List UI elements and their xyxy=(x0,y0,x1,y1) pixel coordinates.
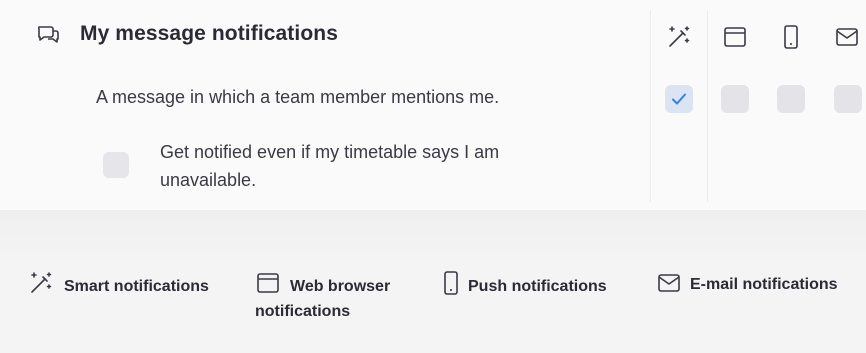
phone-icon xyxy=(438,270,464,296)
legend-smart-label: Smart notifications xyxy=(64,278,209,295)
column-divider xyxy=(707,10,708,202)
legend-push: Push notifications xyxy=(438,270,607,299)
phone-icon xyxy=(778,24,804,50)
section-header: My message notifications xyxy=(36,22,338,46)
checkmark-icon xyxy=(669,89,689,114)
email-notifications-checkbox[interactable] xyxy=(834,85,862,113)
notification-description: A message in which a team member mention… xyxy=(96,87,500,107)
browser-window-icon xyxy=(255,270,281,296)
legend-email: E-mail notifications xyxy=(656,270,838,297)
section-title: My message notifications xyxy=(80,22,338,45)
smart-notifications-checkbox[interactable] xyxy=(665,85,693,113)
push-notifications-checkbox[interactable] xyxy=(777,85,805,113)
column-divider xyxy=(650,10,651,202)
browser-window-icon xyxy=(722,24,748,50)
legend-smart: Smart notifications xyxy=(28,270,209,299)
magic-wand-icon xyxy=(666,24,692,50)
chat-bubbles-icon xyxy=(36,22,60,46)
override-availability-label: Get notified even if my timetable says I… xyxy=(160,142,500,190)
legend-web-browser: Web browser notifications xyxy=(255,270,415,324)
envelope-icon xyxy=(834,24,860,50)
legend-push-label: Push notifications xyxy=(468,278,607,295)
web-browser-notifications-checkbox[interactable] xyxy=(721,85,749,113)
envelope-icon xyxy=(656,270,682,296)
legend-email-label: E-mail notifications xyxy=(690,276,838,293)
override-availability-checkbox[interactable] xyxy=(103,152,129,178)
notification-settings-panel: My message notifications A message in wh… xyxy=(0,0,866,210)
magic-wand-icon xyxy=(28,270,54,296)
blurred-divider xyxy=(0,210,866,250)
